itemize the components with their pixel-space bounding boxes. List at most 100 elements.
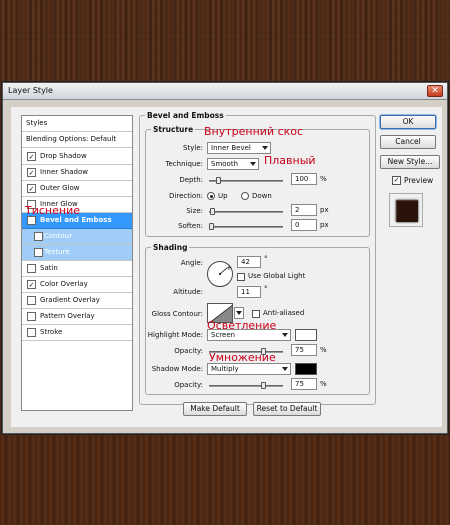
styles-item-label: Pattern Overlay (40, 312, 95, 320)
angle-unit: ° (264, 255, 268, 263)
annotation-emboss: Тиснение (25, 204, 80, 217)
size-slider[interactable] (209, 208, 283, 215)
bevel-emboss-title: Bevel and Emboss (145, 111, 226, 120)
structure-title: Structure (151, 125, 196, 134)
shadow-mode-select[interactable]: Multiply (207, 363, 291, 375)
angle-field[interactable]: 42 (237, 256, 261, 268)
checkbox-icon[interactable] (27, 264, 36, 273)
highlight-opacity-unit: % (320, 346, 327, 354)
style-preview-thumbnail (389, 193, 423, 227)
styles-header[interactable]: Styles (22, 116, 132, 132)
checkbox-icon[interactable]: ✓ (27, 184, 36, 193)
annotation-lighten: Осветление (207, 319, 277, 332)
altitude-unit: ° (264, 285, 268, 293)
soften-field[interactable]: 0 (291, 219, 317, 231)
checkbox-icon[interactable] (27, 328, 36, 337)
styles-item-stroke[interactable]: Stroke (22, 325, 132, 341)
styles-item-blending-options-default[interactable]: Blending Options: Default (22, 132, 132, 148)
styles-item-label: Stroke (40, 328, 63, 336)
use-global-light-checkbox[interactable] (237, 273, 245, 281)
gloss-contour-dropdown[interactable] (234, 307, 244, 319)
chevron-down-icon (236, 311, 242, 315)
altitude-label: Altitude: (173, 288, 203, 296)
technique-label: Technique: (165, 160, 203, 168)
shadow-mode-label: Shadow Mode: (151, 365, 203, 373)
styles-item-label: Bevel and Emboss (40, 216, 112, 224)
soften-label: Soften: (178, 222, 203, 230)
styles-item-pattern-overlay[interactable]: Pattern Overlay (22, 309, 132, 325)
styles-item-inner-shadow[interactable]: ✓ Inner Shadow (22, 165, 132, 181)
styles-item-label: Drop Shadow (40, 152, 87, 160)
make-default-button[interactable]: Make Default (183, 402, 247, 416)
size-slider-handle[interactable] (210, 208, 215, 215)
highlight-opacity-field[interactable]: 75 (291, 344, 317, 356)
checkbox-icon[interactable]: ✓ (27, 168, 36, 177)
styles-item-label: Inner Shadow (40, 168, 88, 176)
styles-item-label: Color Overlay (40, 280, 88, 288)
shadow-opacity-handle[interactable] (261, 382, 266, 389)
highlight-color-swatch[interactable] (295, 329, 317, 341)
styles-item-satin[interactable]: Satin (22, 261, 132, 277)
styles-item-outer-glow[interactable]: ✓ Outer Glow (22, 181, 132, 197)
shadow-opacity-field[interactable]: 75 (291, 378, 317, 390)
direction-up-radio[interactable] (207, 192, 215, 200)
style-select[interactable]: Inner Bevel (207, 142, 271, 154)
styles-item-contour[interactable]: Contour (22, 229, 132, 245)
depth-field[interactable]: 100 (291, 173, 317, 185)
close-button[interactable]: ✕ (427, 85, 443, 97)
altitude-field[interactable]: 11 (237, 286, 261, 298)
direction-down-radio[interactable] (241, 192, 249, 200)
ok-button[interactable]: OK (380, 115, 436, 129)
cancel-button[interactable]: Cancel (380, 135, 436, 149)
styles-item-gradient-overlay[interactable]: Gradient Overlay (22, 293, 132, 309)
svg-text:+: + (226, 264, 232, 272)
annotation-smooth: Плавный (264, 154, 316, 167)
checkbox-icon[interactable] (27, 312, 36, 321)
checkbox-icon[interactable]: ✓ (27, 152, 36, 161)
styles-item-label: Satin (40, 264, 58, 272)
reset-to-default-button[interactable]: Reset to Default (253, 402, 321, 416)
new-style-button[interactable]: New Style... (380, 155, 440, 169)
depth-unit: % (320, 175, 327, 183)
checkbox-icon[interactable] (34, 248, 43, 257)
checkmark-icon: ✓ (393, 176, 400, 184)
shadow-opacity-label: Opacity: (174, 381, 203, 389)
shadow-opacity-slider[interactable] (209, 382, 283, 389)
size-unit: px (320, 206, 329, 214)
background-wood-texture (0, 0, 450, 82)
soften-unit: px (320, 221, 329, 229)
use-global-light-label: Use Global Light (248, 272, 306, 280)
shadow-color-swatch[interactable] (295, 363, 317, 375)
checkbox-icon[interactable]: ✓ (27, 216, 36, 225)
technique-select[interactable]: Smooth (207, 158, 259, 170)
styles-item-label: Outer Glow (40, 184, 80, 192)
styles-item-label: Contour (44, 232, 72, 240)
highlight-mode-label: Highlight Mode: (147, 331, 203, 339)
soften-slider-handle[interactable] (209, 223, 214, 230)
style-label: Style: (183, 144, 203, 152)
shading-title: Shading (151, 243, 190, 252)
chevron-down-icon (262, 146, 268, 150)
size-label: Size: (186, 207, 203, 215)
annotation-inner-bevel: Внутренний скос (204, 125, 304, 138)
window-title: Layer Style (8, 86, 53, 95)
gloss-contour-label: Gloss Contour: (151, 310, 203, 318)
close-icon: ✕ (431, 86, 439, 96)
styles-item-color-overlay[interactable]: ✓ Color Overlay (22, 277, 132, 293)
angle-indicator-icon: + (219, 264, 232, 275)
title-bar[interactable]: Layer Style ✕ (3, 83, 447, 100)
styles-panel: Styles Blending Options: Default ✓ Drop Sh… (21, 115, 133, 411)
size-field[interactable]: 2 (291, 204, 317, 216)
checkbox-icon[interactable]: ✓ (27, 280, 36, 289)
annotation-multiply: Умножение (209, 351, 276, 364)
styles-item-texture[interactable]: Texture (22, 245, 132, 261)
styles-item-drop-shadow[interactable]: ✓ Drop Shadow (22, 149, 132, 165)
checkbox-icon[interactable] (34, 232, 43, 241)
depth-slider-handle[interactable] (216, 177, 221, 184)
angle-dial[interactable]: + (207, 261, 233, 287)
depth-slider[interactable] (209, 177, 283, 184)
preview-checkbox[interactable]: ✓ (392, 176, 401, 185)
anti-aliased-checkbox[interactable] (252, 310, 260, 318)
soften-slider[interactable] (209, 223, 283, 230)
checkbox-icon[interactable] (27, 296, 36, 305)
